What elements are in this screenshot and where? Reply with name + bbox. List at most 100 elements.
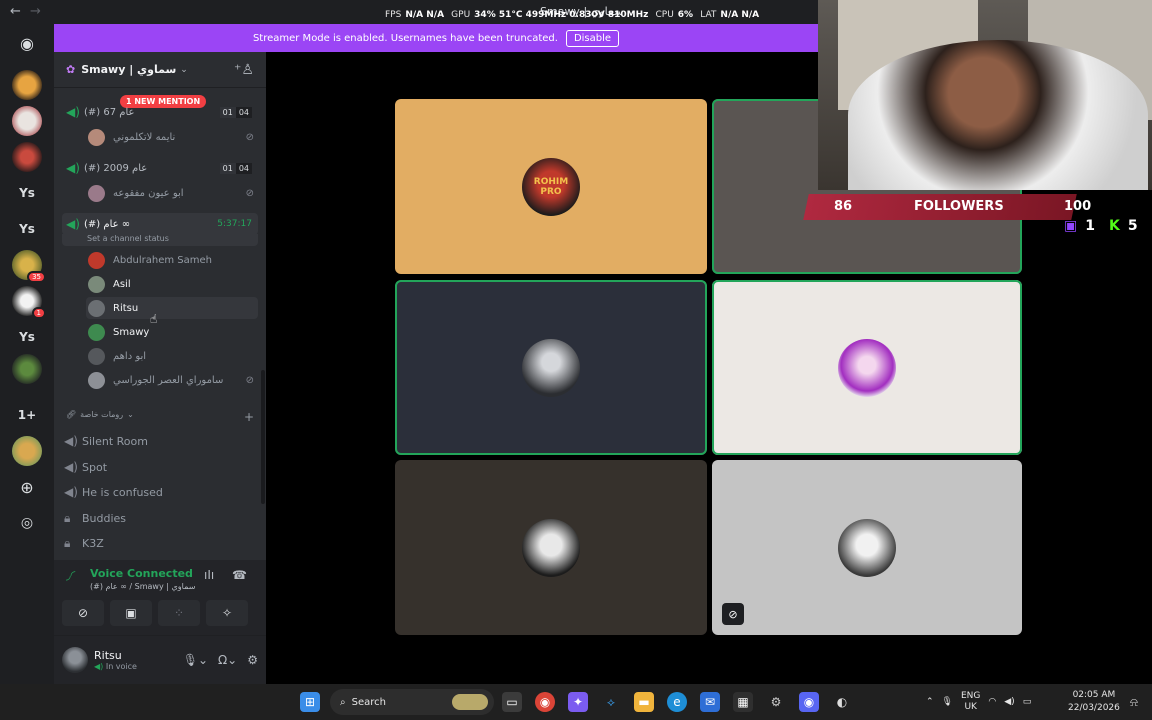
- server-icon-plant[interactable]: [12, 354, 42, 384]
- taskbar-search[interactable]: ⌕ Search: [330, 689, 494, 715]
- headphones-icon[interactable]: Ω⌄: [218, 653, 237, 667]
- vscode-icon[interactable]: ⟡: [601, 692, 621, 712]
- soundboard-button[interactable]: ✧: [206, 600, 248, 626]
- fps-value: N/A N/A: [405, 10, 445, 20]
- settings-icon[interactable]: ⚙: [766, 692, 786, 712]
- back-arrow-icon[interactable]: ←: [10, 4, 21, 19]
- server-icon-active[interactable]: 1: [12, 286, 46, 319]
- video-tile[interactable]: [395, 460, 707, 635]
- taskbar-clock[interactable]: 02:05 AM 22/03/2026: [1068, 689, 1120, 715]
- category-name: رومات خاصة: [80, 410, 124, 419]
- server-icon-ys-3[interactable]: Ys: [12, 322, 42, 352]
- voice-connected-panel: ◞◜ Voice Connected (#) عام ∞ / Smawy | س…: [54, 560, 266, 636]
- cpu-value: 6%: [677, 10, 694, 20]
- video-tile[interactable]: ⊘: [712, 460, 1022, 635]
- battery-icon[interactable]: ▭: [1023, 697, 1032, 707]
- voice-channel-67[interactable]: ◀) (#) 67 عام 01 04: [62, 101, 258, 123]
- participant-avatar: [838, 518, 896, 577]
- twitch-count: 1: [1085, 218, 1095, 234]
- voice-channel-path[interactable]: (#) عام ∞ / Smawy | سماوي: [90, 582, 195, 591]
- create-channel-icon[interactable]: +: [244, 410, 254, 424]
- channel-silent-room[interactable]: ◀) Silent Room: [64, 430, 254, 452]
- volume-icon[interactable]: ◀): [1004, 697, 1014, 707]
- channel-spot[interactable]: ◀) Spot: [64, 456, 254, 478]
- channel-buddies[interactable]: 🔒︎ Buddies: [64, 507, 254, 529]
- avatar: [88, 184, 105, 202]
- speaker-icon: ◀): [64, 460, 78, 474]
- discover-icon[interactable]: ◎: [12, 508, 42, 538]
- cpu-label: CPU: [655, 10, 674, 20]
- unread-badge: 35: [27, 271, 46, 283]
- app-icon[interactable]: ◐: [832, 692, 852, 712]
- server-icon-anime[interactable]: [12, 106, 42, 136]
- member-name: Abdulrahem Sameh: [113, 254, 213, 266]
- channel-k3z[interactable]: 🔒︎ K3Z: [64, 532, 254, 554]
- microphone-icon[interactable]: 🎙︎⌄: [183, 653, 208, 667]
- voice-member[interactable]: Asil: [86, 273, 258, 295]
- invite-user-icon[interactable]: ⁺♙: [234, 62, 254, 78]
- voice-member[interactable]: Abdulrahem Sameh: [86, 249, 258, 271]
- forward-arrow-icon[interactable]: →: [30, 4, 41, 19]
- search-icon: ⌕: [340, 696, 346, 708]
- voice-member[interactable]: ابو داهم: [86, 345, 258, 367]
- sidebar-scrollbar[interactable]: [261, 370, 265, 504]
- server-icon-one-plus[interactable]: 1+: [12, 400, 42, 430]
- voice-channel-2009[interactable]: ◀) (#) 2009 عام 01 04: [62, 157, 258, 179]
- store-icon[interactable]: ▦: [733, 692, 753, 712]
- add-server-icon[interactable]: ⊕: [12, 472, 42, 502]
- speaker-icon: ◀): [64, 485, 78, 499]
- discord-icon[interactable]: ◉: [799, 692, 819, 712]
- search-highlight-icon: [452, 694, 488, 710]
- server-header[interactable]: ✿ Smawy | سماوي ⌄ ⁺♙: [54, 52, 266, 88]
- lat-value: N/A N/A: [720, 10, 760, 20]
- notification-bell-icon[interactable]: ⍾: [1124, 692, 1144, 712]
- server-rail: ◉ Ys Ys 35 1 Ys 1+ ⊕ ◎: [0, 24, 54, 684]
- avatar[interactable]: [62, 647, 88, 673]
- outlook-icon[interactable]: ✉: [700, 692, 720, 712]
- edge-icon[interactable]: e: [667, 692, 687, 712]
- server-icon-game[interactable]: 35: [12, 250, 46, 283]
- disable-streamer-mode-button[interactable]: Disable: [565, 29, 620, 47]
- set-channel-status[interactable]: Set a channel status: [87, 234, 169, 243]
- file-explorer-icon[interactable]: ▬: [634, 692, 654, 712]
- channel-he-is-confused[interactable]: ◀) He is confused: [64, 481, 254, 503]
- copilot-icon[interactable]: ✦: [568, 692, 588, 712]
- gear-icon[interactable]: ⚙: [247, 653, 258, 667]
- avatar: [88, 251, 105, 269]
- voice-member[interactable]: Smawy: [86, 321, 258, 343]
- server-icon-person[interactable]: [12, 142, 42, 172]
- camera-off-button[interactable]: ⊘: [62, 600, 104, 626]
- kick-icon: K: [1108, 218, 1120, 234]
- voice-channel-name: (#) 2009 عام: [84, 162, 148, 174]
- video-tile[interactable]: [712, 280, 1022, 455]
- category-private-rooms[interactable]: 🔗︎ رومات خاصة ⌄ +: [66, 410, 254, 424]
- voice-member[interactable]: نايمه لاتكلموني ⊘: [86, 126, 258, 148]
- server-icon-ys-1[interactable]: Ys: [12, 178, 42, 208]
- voice-channel-active[interactable]: ◀) (#) عام ∞ 5:37:17: [62, 213, 258, 235]
- user-count: 01 04: [219, 106, 252, 118]
- microphone-icon[interactable]: 🎙︎: [942, 697, 953, 707]
- screen-share-button[interactable]: ▣: [110, 600, 152, 626]
- wifi-icon[interactable]: ◠: [988, 697, 996, 707]
- server-icon-food[interactable]: [12, 436, 42, 466]
- server-flower-icon: ✿: [66, 63, 76, 76]
- voice-member[interactable]: Ritsu: [86, 297, 258, 319]
- noise-suppression-icon[interactable]: ıIı: [204, 568, 214, 582]
- activities-button[interactable]: ⁘: [158, 600, 200, 626]
- video-tile[interactable]: ROHIM PRO: [395, 99, 707, 274]
- task-view-icon[interactable]: ▭: [502, 692, 522, 712]
- voice-member[interactable]: ساموراي العصر الجوراسي ⊘: [86, 369, 258, 391]
- chevron-up-icon[interactable]: ⌃: [926, 697, 934, 707]
- mouse-cursor-icon: ☝: [150, 312, 158, 326]
- user-panel: Ritsu ◀) In voice 🎙︎⌄ Ω⌄ ⚙: [54, 636, 266, 684]
- channel-label: Spot: [82, 460, 108, 474]
- server-icon-rohim[interactable]: [12, 70, 42, 100]
- discord-home-icon[interactable]: ◉: [12, 28, 42, 58]
- chrome-icon[interactable]: ◉: [535, 692, 555, 712]
- server-icon-ys-2[interactable]: Ys: [12, 214, 42, 244]
- video-tile[interactable]: [395, 280, 707, 455]
- disconnect-icon[interactable]: ☎: [232, 568, 247, 582]
- voice-member[interactable]: ابو عيون مفقوعه ⊘: [86, 182, 258, 204]
- start-icon[interactable]: ⊞: [300, 692, 320, 712]
- language-indicator[interactable]: ENG UK: [961, 691, 980, 713]
